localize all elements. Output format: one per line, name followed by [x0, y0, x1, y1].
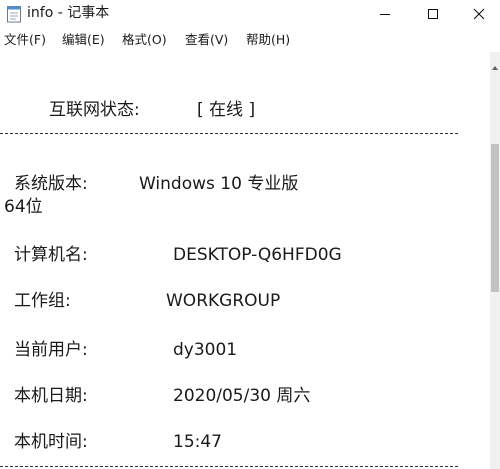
workgroup-label: 工作组: — [14, 291, 71, 311]
minimize-icon — [380, 14, 390, 15]
local-time-label: 本机时间: — [14, 432, 88, 452]
separator-bottom — [0, 466, 458, 467]
local-date-label: 本机日期: — [14, 386, 88, 406]
workgroup-value: WORKGROUP — [166, 291, 281, 311]
network-status-value: [ 在线 ] — [197, 100, 256, 120]
vertical-scrollbar[interactable] — [490, 52, 500, 469]
separator-top — [0, 133, 458, 134]
menu-help[interactable]: 帮助(H) — [245, 32, 291, 48]
computer-name-value: DESKTOP-Q6HFD0G — [173, 245, 342, 265]
local-time-value: 15:47 — [173, 432, 222, 452]
local-date-value: 2020/05/30 周六 — [173, 386, 311, 406]
os-arch-value: 64位 — [4, 197, 43, 217]
close-icon — [473, 8, 485, 20]
window-title: info - 记事本 — [27, 5, 110, 21]
os-version-label: 系统版本: — [14, 174, 88, 194]
menu-bar: 文件(F) 编辑(E) 格式(O) 查看(V) 帮助(H) — [0, 28, 500, 52]
menu-view[interactable]: 查看(V) — [184, 32, 229, 48]
maximize-icon — [428, 9, 438, 19]
notepad-icon — [7, 6, 21, 23]
menu-file[interactable]: 文件(F) — [3, 32, 47, 48]
current-user-label: 当前用户: — [14, 340, 88, 360]
current-user-value: dy3001 — [173, 340, 238, 360]
close-button[interactable] — [456, 0, 500, 28]
text-editor-area[interactable]: 互联网状态: [ 在线 ] 系统版本: Windows 10 专业版 64位 计… — [0, 52, 490, 469]
os-version-value: Windows 10 专业版 — [139, 174, 299, 194]
scrollbar-thumb[interactable] — [491, 144, 499, 292]
title-bar: info - 记事本 — [0, 0, 500, 28]
scroll-up-arrow-icon[interactable] — [491, 64, 499, 72]
menu-edit[interactable]: 编辑(E) — [61, 32, 106, 48]
computer-name-label: 计算机名: — [14, 245, 88, 265]
network-status-label: 互联网状态: — [49, 100, 140, 120]
menu-format[interactable]: 格式(O) — [121, 32, 168, 48]
minimize-button[interactable] — [362, 0, 408, 28]
maximize-button[interactable] — [410, 0, 456, 28]
